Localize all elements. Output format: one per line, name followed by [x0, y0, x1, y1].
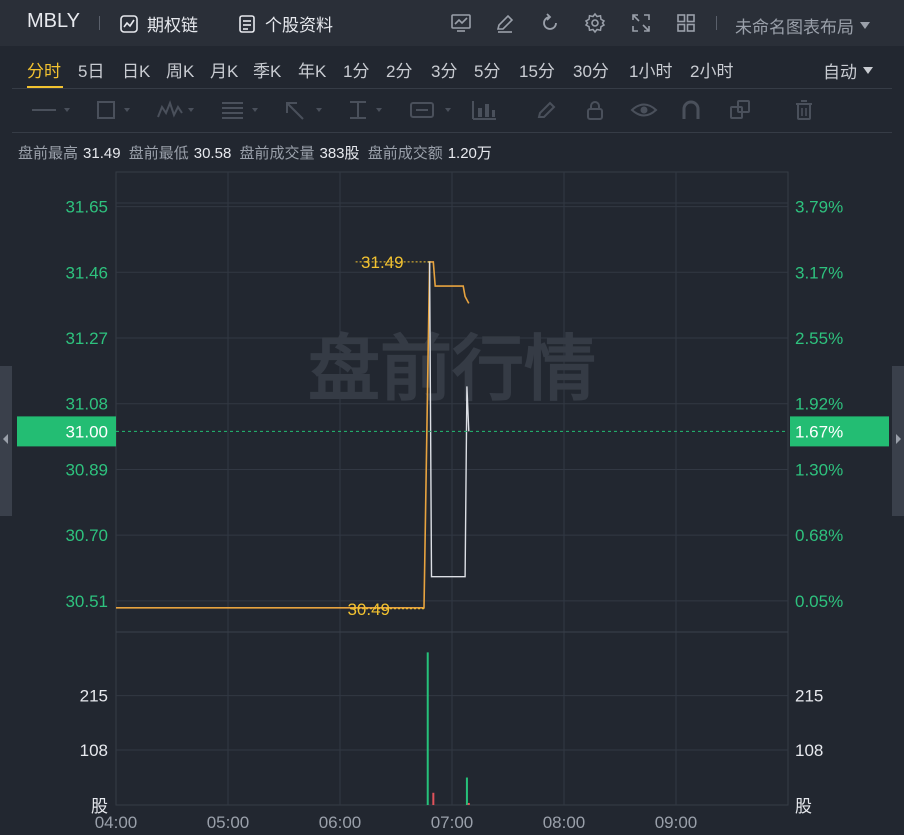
current-price-label: 31.00: [65, 422, 108, 441]
volume-bars: [426, 652, 470, 805]
left-price-tick: 31.65: [65, 198, 108, 217]
right-pct-tick: 2.55%: [795, 329, 843, 348]
left-price-tick: 30.51: [65, 592, 108, 611]
right-panel-toggle[interactable]: [892, 366, 904, 516]
arrow-left-icon: [3, 434, 8, 444]
arrow-right-icon: [896, 434, 901, 444]
time-tick: 05:00: [207, 813, 250, 832]
right-pct-tick: 3.79%: [795, 198, 843, 217]
current-price-marker: 31.00 1.67%: [17, 416, 889, 447]
price-series: [116, 261, 470, 609]
left-price-tick: 31.46: [65, 263, 108, 282]
price-line: [427, 261, 470, 578]
time-tick: 08:00: [543, 813, 586, 832]
right-pct-tick: 0.68%: [795, 526, 843, 545]
chart-grid: [115, 171, 789, 806]
time-tick: 04:00: [95, 813, 138, 832]
average-price-line: [116, 261, 470, 609]
volume-tick: 215: [795, 687, 823, 706]
left-price-tick: 31.08: [65, 395, 108, 414]
right-pct-tick: 3.17%: [795, 263, 843, 282]
right-pct-tick: 1.92%: [795, 395, 843, 414]
axis-labels: 31.65 31.46 31.27 31.08 30.89 30.70 30.5…: [65, 198, 843, 832]
left-price-tick: 30.89: [65, 460, 108, 479]
volume-tick: 108: [795, 741, 823, 760]
right-pct-tick: 1.30%: [795, 460, 843, 479]
current-pct-label: 1.67%: [795, 422, 843, 441]
right-pct-tick: 0.05%: [795, 592, 843, 611]
intraday-chart[interactable]: 盘前行情 31.65 31.46 31.27 31.08 30.89 30.70…: [0, 0, 904, 835]
extreme-annotations: 31.49 30.49: [347, 253, 430, 619]
volume-tick: 215: [80, 687, 108, 706]
left-panel-toggle[interactable]: [0, 366, 12, 516]
time-tick: 06:00: [319, 813, 362, 832]
watermark: 盘前行情: [308, 327, 596, 411]
volume-unit: 股: [795, 797, 812, 816]
volume-tick: 108: [80, 741, 108, 760]
time-tick: 07:00: [431, 813, 474, 832]
left-price-tick: 30.70: [65, 526, 108, 545]
left-price-tick: 31.27: [65, 329, 108, 348]
time-tick: 09:00: [655, 813, 698, 832]
